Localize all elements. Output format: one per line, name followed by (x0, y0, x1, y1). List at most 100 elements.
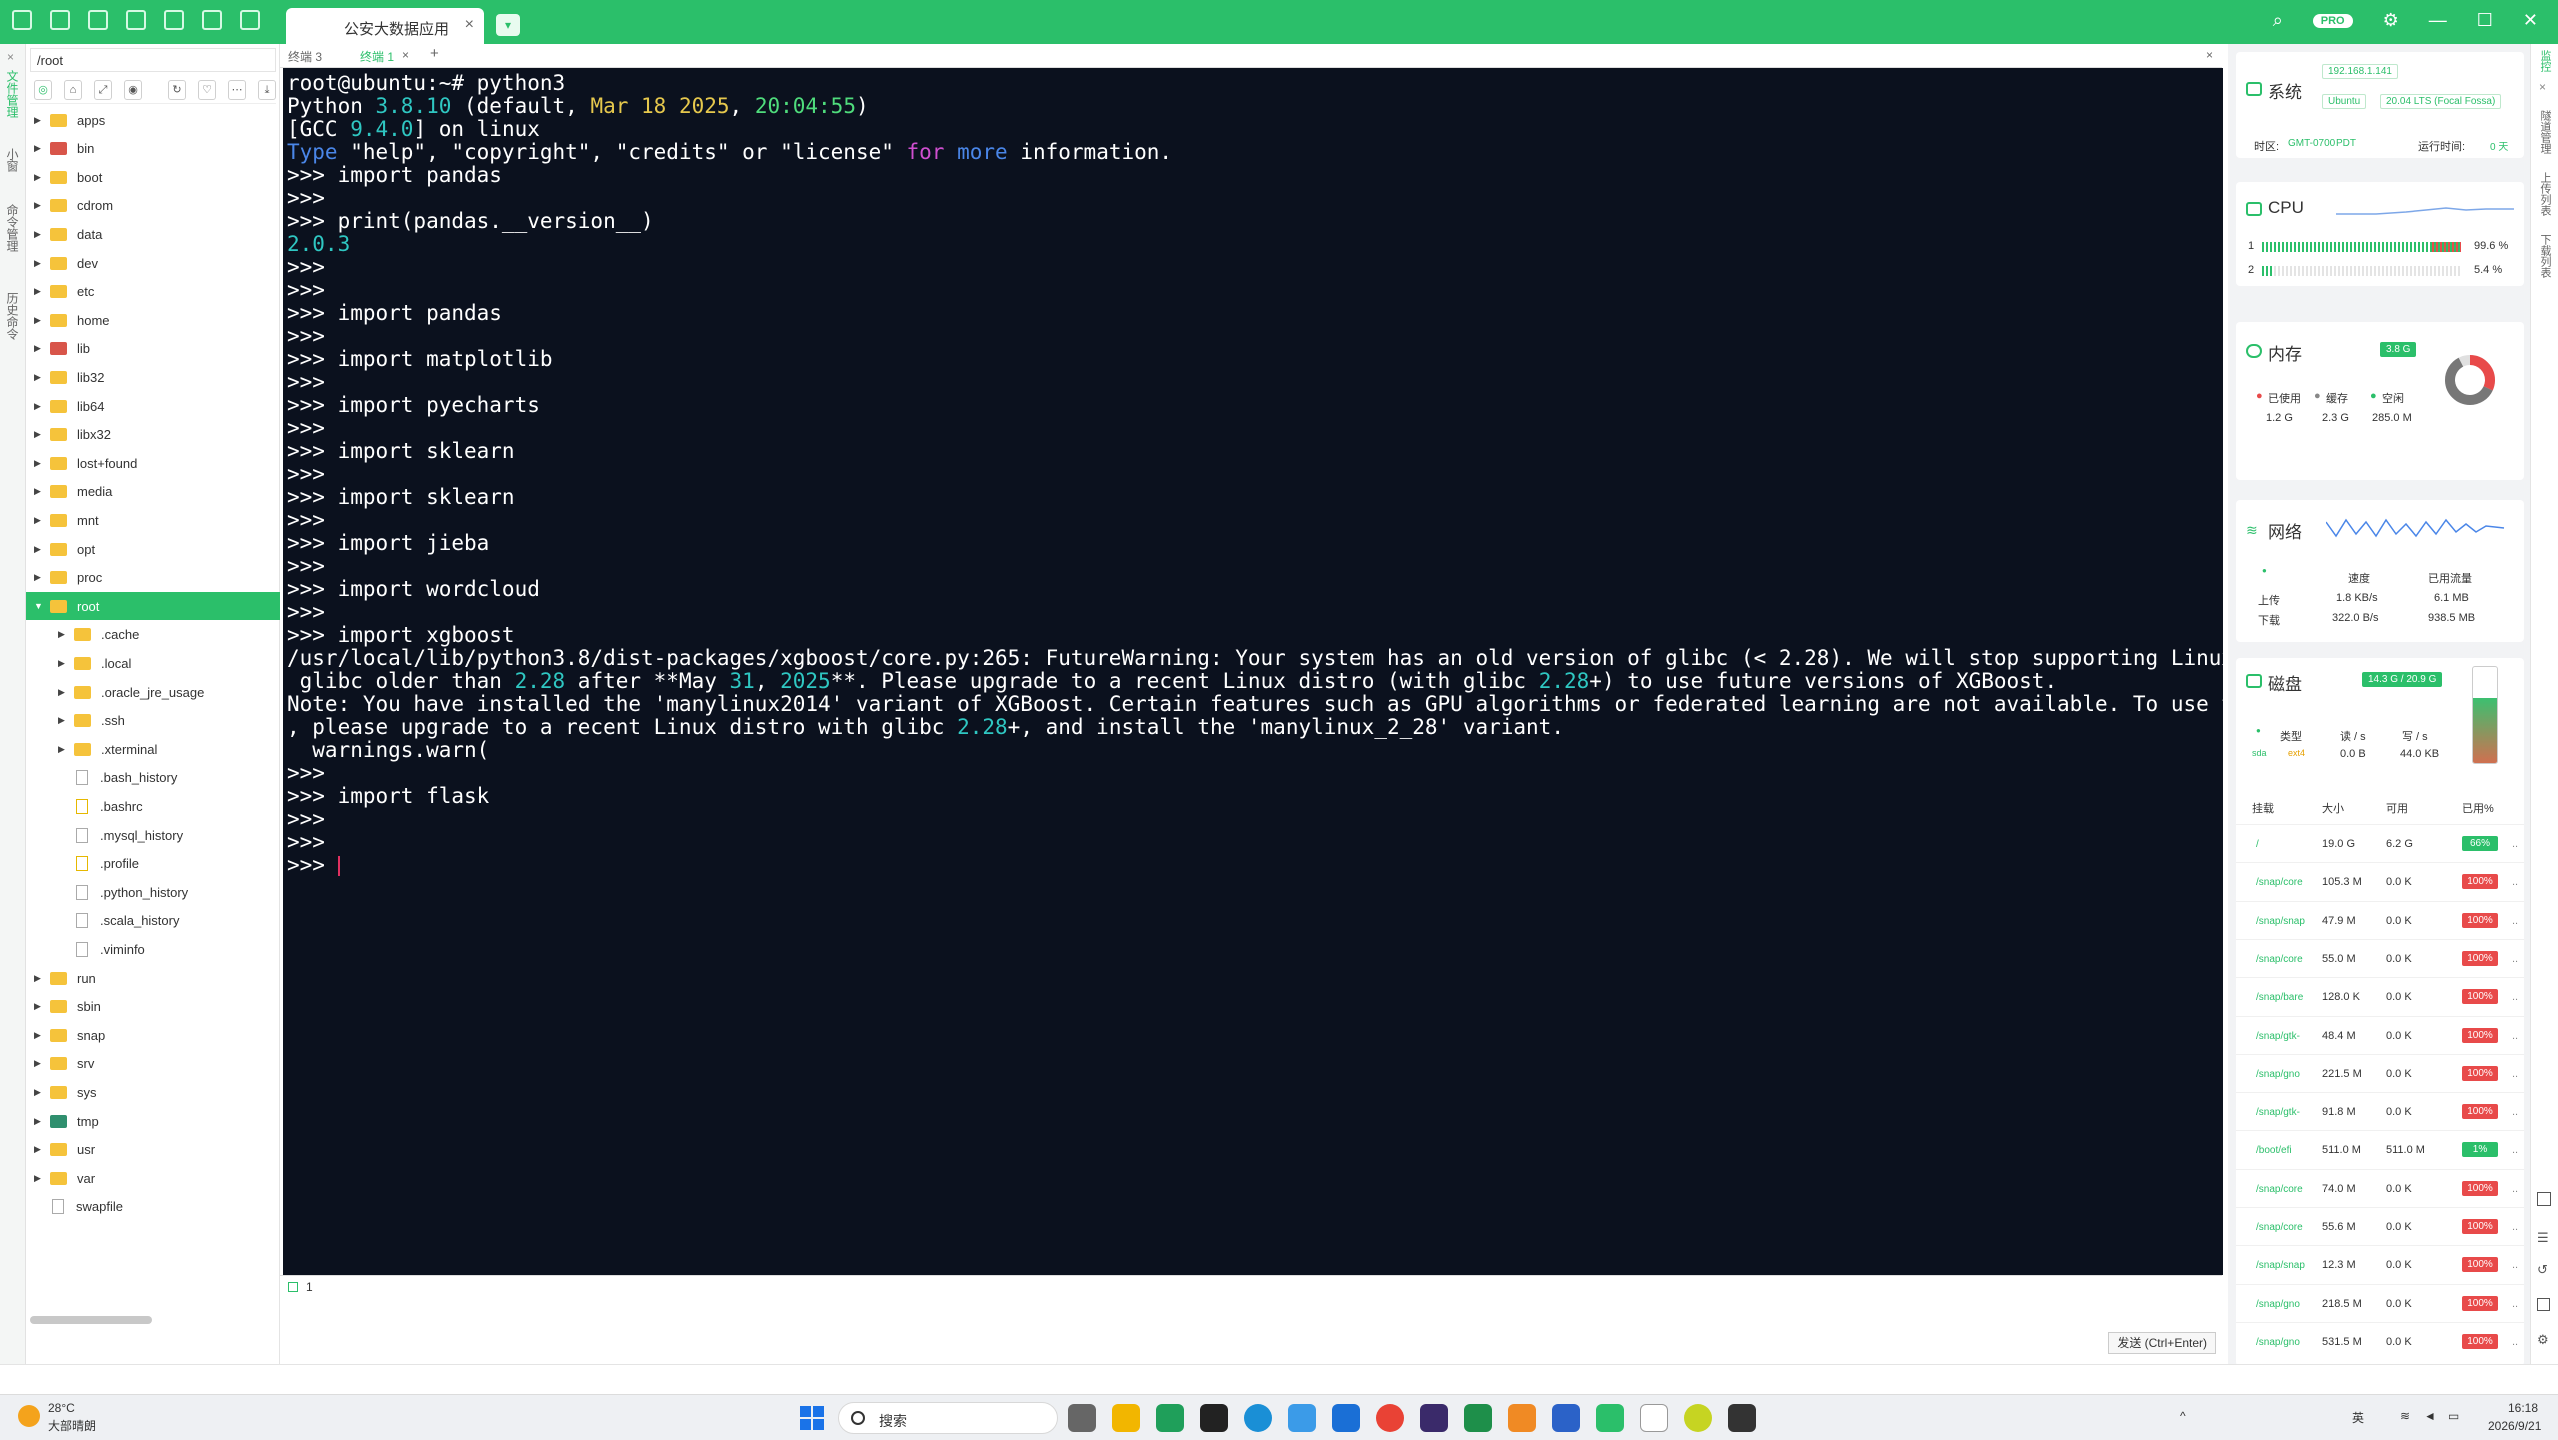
caret-right-icon[interactable]: ▶ (34, 1116, 44, 1127)
folder-item[interactable]: ▶ .ssh (26, 707, 280, 735)
caret-right-icon[interactable]: ▶ (58, 744, 68, 755)
caret-right-icon[interactable]: ▶ (34, 200, 44, 211)
clock-time[interactable]: 16:18 (2508, 1401, 2538, 1415)
table-row[interactable]: /snap/core 74.0 M 0.0 K.. 100% (2236, 1168, 2524, 1207)
terminal-app-icon[interactable] (1728, 1404, 1756, 1432)
assistant-app-icon[interactable] (1684, 1404, 1712, 1432)
terminal-output[interactable]: root@ubuntu:~# python3 Python 3.8.10 (def… (283, 68, 2223, 1275)
file-item[interactable]: .bashrc (26, 792, 280, 820)
table-row[interactable]: /snap/core 55.0 M 0.0 K.. 100% (2236, 938, 2524, 977)
folder-item[interactable]: ▶ usr (26, 1136, 280, 1164)
folder-item[interactable]: ▶ .local (26, 649, 280, 677)
folder-item[interactable]: ▶ lost+found (26, 449, 280, 477)
horizontal-scrollbar[interactable] (30, 1316, 152, 1324)
table-row[interactable]: /snap/gno 221.5 M 0.0 K.. 100% (2236, 1053, 2524, 1092)
caret-right-icon[interactable]: ▶ (58, 715, 68, 726)
folder-item[interactable]: ▶ .cache (26, 621, 280, 649)
caret-right-icon[interactable]: ▶ (34, 1173, 44, 1184)
tree-icon[interactable] (126, 10, 146, 30)
caret-right-icon[interactable]: ▶ (34, 1030, 44, 1041)
more-icon[interactable]: .. (2512, 1183, 2518, 1195)
table-row[interactable]: /snap/gtk- 91.8 M 0.0 K.. 100% (2236, 1092, 2524, 1130)
more-icon[interactable]: .. (2512, 991, 2518, 1003)
folder-app-icon[interactable] (1508, 1404, 1536, 1432)
volume-icon[interactable]: ◄ (2424, 1409, 2436, 1423)
folder-item[interactable]: ▶ cdrom (26, 192, 280, 220)
search-icon[interactable]: ⌕ (2273, 10, 2283, 31)
add-tab-button[interactable]: + (430, 45, 439, 62)
path-input[interactable]: /root (30, 48, 276, 72)
chevron-up-icon[interactable]: ^ (2180, 1409, 2186, 1423)
caret-right-icon[interactable]: ▶ (58, 687, 68, 698)
word-icon[interactable] (1552, 1404, 1580, 1432)
folder-item[interactable]: ▶ lib32 (26, 363, 280, 391)
more-icon[interactable]: .. (2512, 1259, 2518, 1271)
more-icon[interactable]: .. (2512, 1030, 2518, 1042)
folder-item[interactable]: ▶ srv (26, 1050, 280, 1078)
chevron-down-icon[interactable]: ▾ (496, 14, 520, 36)
more-icon[interactable]: .. (2512, 838, 2518, 850)
table-row[interactable]: / 19.0 G 6.2 G.. 66% (2236, 824, 2524, 862)
folder-item[interactable]: ▶ sys (26, 1078, 280, 1106)
clock-date[interactable]: 2026/9/21 (2488, 1419, 2541, 1433)
caret-right-icon[interactable]: ▶ (34, 372, 44, 383)
weather-icon[interactable] (18, 1405, 40, 1427)
new-session-icon[interactable] (12, 10, 32, 30)
file-item[interactable]: .profile (26, 850, 280, 878)
tab-terminal-1[interactable]: 终端 1 (360, 48, 394, 65)
folder-item[interactable]: ▶ snap (26, 1021, 280, 1049)
favorite-icon[interactable]: ♡ (198, 79, 216, 100)
folder-item[interactable]: ▶ libx32 (26, 421, 280, 449)
battery-icon[interactable]: ▭ (2448, 1409, 2459, 1423)
folder-item[interactable]: ▶ data (26, 220, 280, 248)
caret-right-icon[interactable]: ▶ (34, 115, 44, 126)
table-row[interactable]: /snap/core 55.6 M 0.0 K.. 100% (2236, 1207, 2524, 1245)
tab-tunnel[interactable]: 隧道管理 (2537, 110, 2553, 154)
tab-file-manager[interactable]: 文件管理 (4, 70, 21, 118)
folder-item[interactable]: ▶ opt (26, 535, 280, 563)
tab-mini-window[interactable]: 小窗 (4, 148, 21, 172)
more-icon[interactable]: .. (2512, 1068, 2518, 1080)
folder-item[interactable]: ▶ boot (26, 163, 280, 191)
folder-item[interactable]: ▶ .xterminal (26, 735, 280, 763)
excel-icon[interactable] (1464, 1404, 1492, 1432)
folder-item[interactable]: ▶ sbin (26, 993, 280, 1021)
file-item[interactable]: .bash_history (26, 764, 280, 792)
task-view-icon[interactable] (1068, 1404, 1096, 1432)
history-icon[interactable]: ↺ (2537, 1262, 2548, 1278)
chrome-icon[interactable] (1376, 1404, 1404, 1432)
caret-right-icon[interactable]: ▶ (34, 315, 44, 326)
file-item[interactable]: swapfile (26, 1193, 280, 1221)
maximize-icon[interactable]: ☐ (2477, 10, 2493, 31)
folder-item[interactable]: ▶ lib64 (26, 392, 280, 420)
caret-right-icon[interactable]: ▶ (34, 429, 44, 440)
more-icon[interactable]: .. (2512, 1336, 2518, 1348)
close-icon[interactable]: × (7, 50, 14, 64)
caret-right-icon[interactable]: ▶ (34, 258, 44, 269)
ime-indicator[interactable]: 英 (2352, 1409, 2364, 1426)
table-row[interactable]: /snap/snap 12.3 M 0.0 K.. 100% (2236, 1245, 2524, 1283)
tab-command-manager[interactable]: 命令管理 (4, 204, 21, 252)
browser-app-icon[interactable] (1288, 1404, 1316, 1432)
folder-item[interactable]: ▶ bin (26, 135, 280, 163)
caret-right-icon[interactable]: ▶ (34, 401, 44, 412)
caret-right-icon[interactable]: ▶ (34, 572, 44, 583)
table-row[interactable]: /boot/efi 511.0 M 511.0 M.. 1% (2236, 1130, 2524, 1168)
caret-right-icon[interactable]: ▶ (34, 486, 44, 497)
more-icon[interactable]: ⋯ (228, 79, 246, 100)
pen-icon[interactable] (240, 10, 260, 30)
caret-right-icon[interactable]: ▶ (58, 658, 68, 669)
folder-item[interactable]: ▶ media (26, 478, 280, 506)
taskbar-search[interactable]: 搜索 (838, 1402, 1058, 1434)
spreadsheet-app-icon[interactable] (1156, 1404, 1184, 1432)
caret-down-icon[interactable]: ▼ (34, 601, 44, 611)
expand-icon[interactable]: ⤢ (94, 79, 112, 100)
download-icon[interactable]: ⤓ (258, 79, 276, 100)
gear-icon[interactable]: ⚙ (2537, 1332, 2549, 1348)
caret-right-icon[interactable]: ▶ (34, 1058, 44, 1069)
pro-badge[interactable]: PRO (2312, 13, 2353, 28)
wifi-icon[interactable]: ≋ (2400, 1409, 2410, 1423)
close-panel-icon[interactable]: × (2206, 48, 2213, 62)
folder-item[interactable]: ▶ var (26, 1164, 280, 1192)
file-explorer-icon[interactable] (1112, 1404, 1140, 1432)
